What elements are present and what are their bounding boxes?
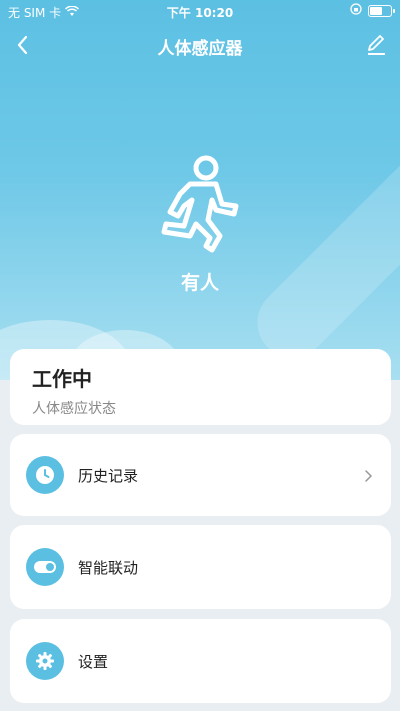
settings-card[interactable]: 设置 xyxy=(10,619,391,703)
gear-icon xyxy=(26,642,64,680)
rotation-lock-icon xyxy=(350,3,362,18)
automation-label: 智能联动 xyxy=(78,558,139,577)
history-label: 历史记录 xyxy=(78,466,139,485)
navigation-bar: 人体感应器 xyxy=(0,28,400,64)
walking-person-icon xyxy=(150,150,250,260)
automation-row[interactable]: 智能联动 xyxy=(10,525,391,609)
chevron-right-icon xyxy=(361,468,375,482)
pencil-icon xyxy=(368,35,385,55)
clock-icon xyxy=(26,456,64,494)
history-card[interactable]: 历史记录 xyxy=(10,434,391,516)
presence-status: 有人 xyxy=(180,272,219,294)
decorative-stripe xyxy=(242,67,400,373)
history-row[interactable]: 历史记录 xyxy=(10,434,391,516)
work-status-card: 工作中 人体感应状态 xyxy=(10,349,391,425)
toggle-icon xyxy=(26,548,64,586)
edit-button[interactable] xyxy=(364,32,388,58)
page-title: 人体感应器 xyxy=(157,39,243,59)
status-bar: 无 SIM 卡 下午 10:20 xyxy=(0,0,400,22)
status-right xyxy=(350,3,395,18)
work-status-subtitle: 人体感应状态 xyxy=(32,401,116,417)
settings-row[interactable]: 设置 xyxy=(10,619,391,703)
battery-icon xyxy=(368,4,395,17)
clock-time: 下午 10:20 xyxy=(166,6,234,20)
settings-label: 设置 xyxy=(78,652,109,671)
automation-card[interactable]: 智能联动 xyxy=(10,525,391,609)
work-status-title: 工作中 xyxy=(32,367,92,391)
